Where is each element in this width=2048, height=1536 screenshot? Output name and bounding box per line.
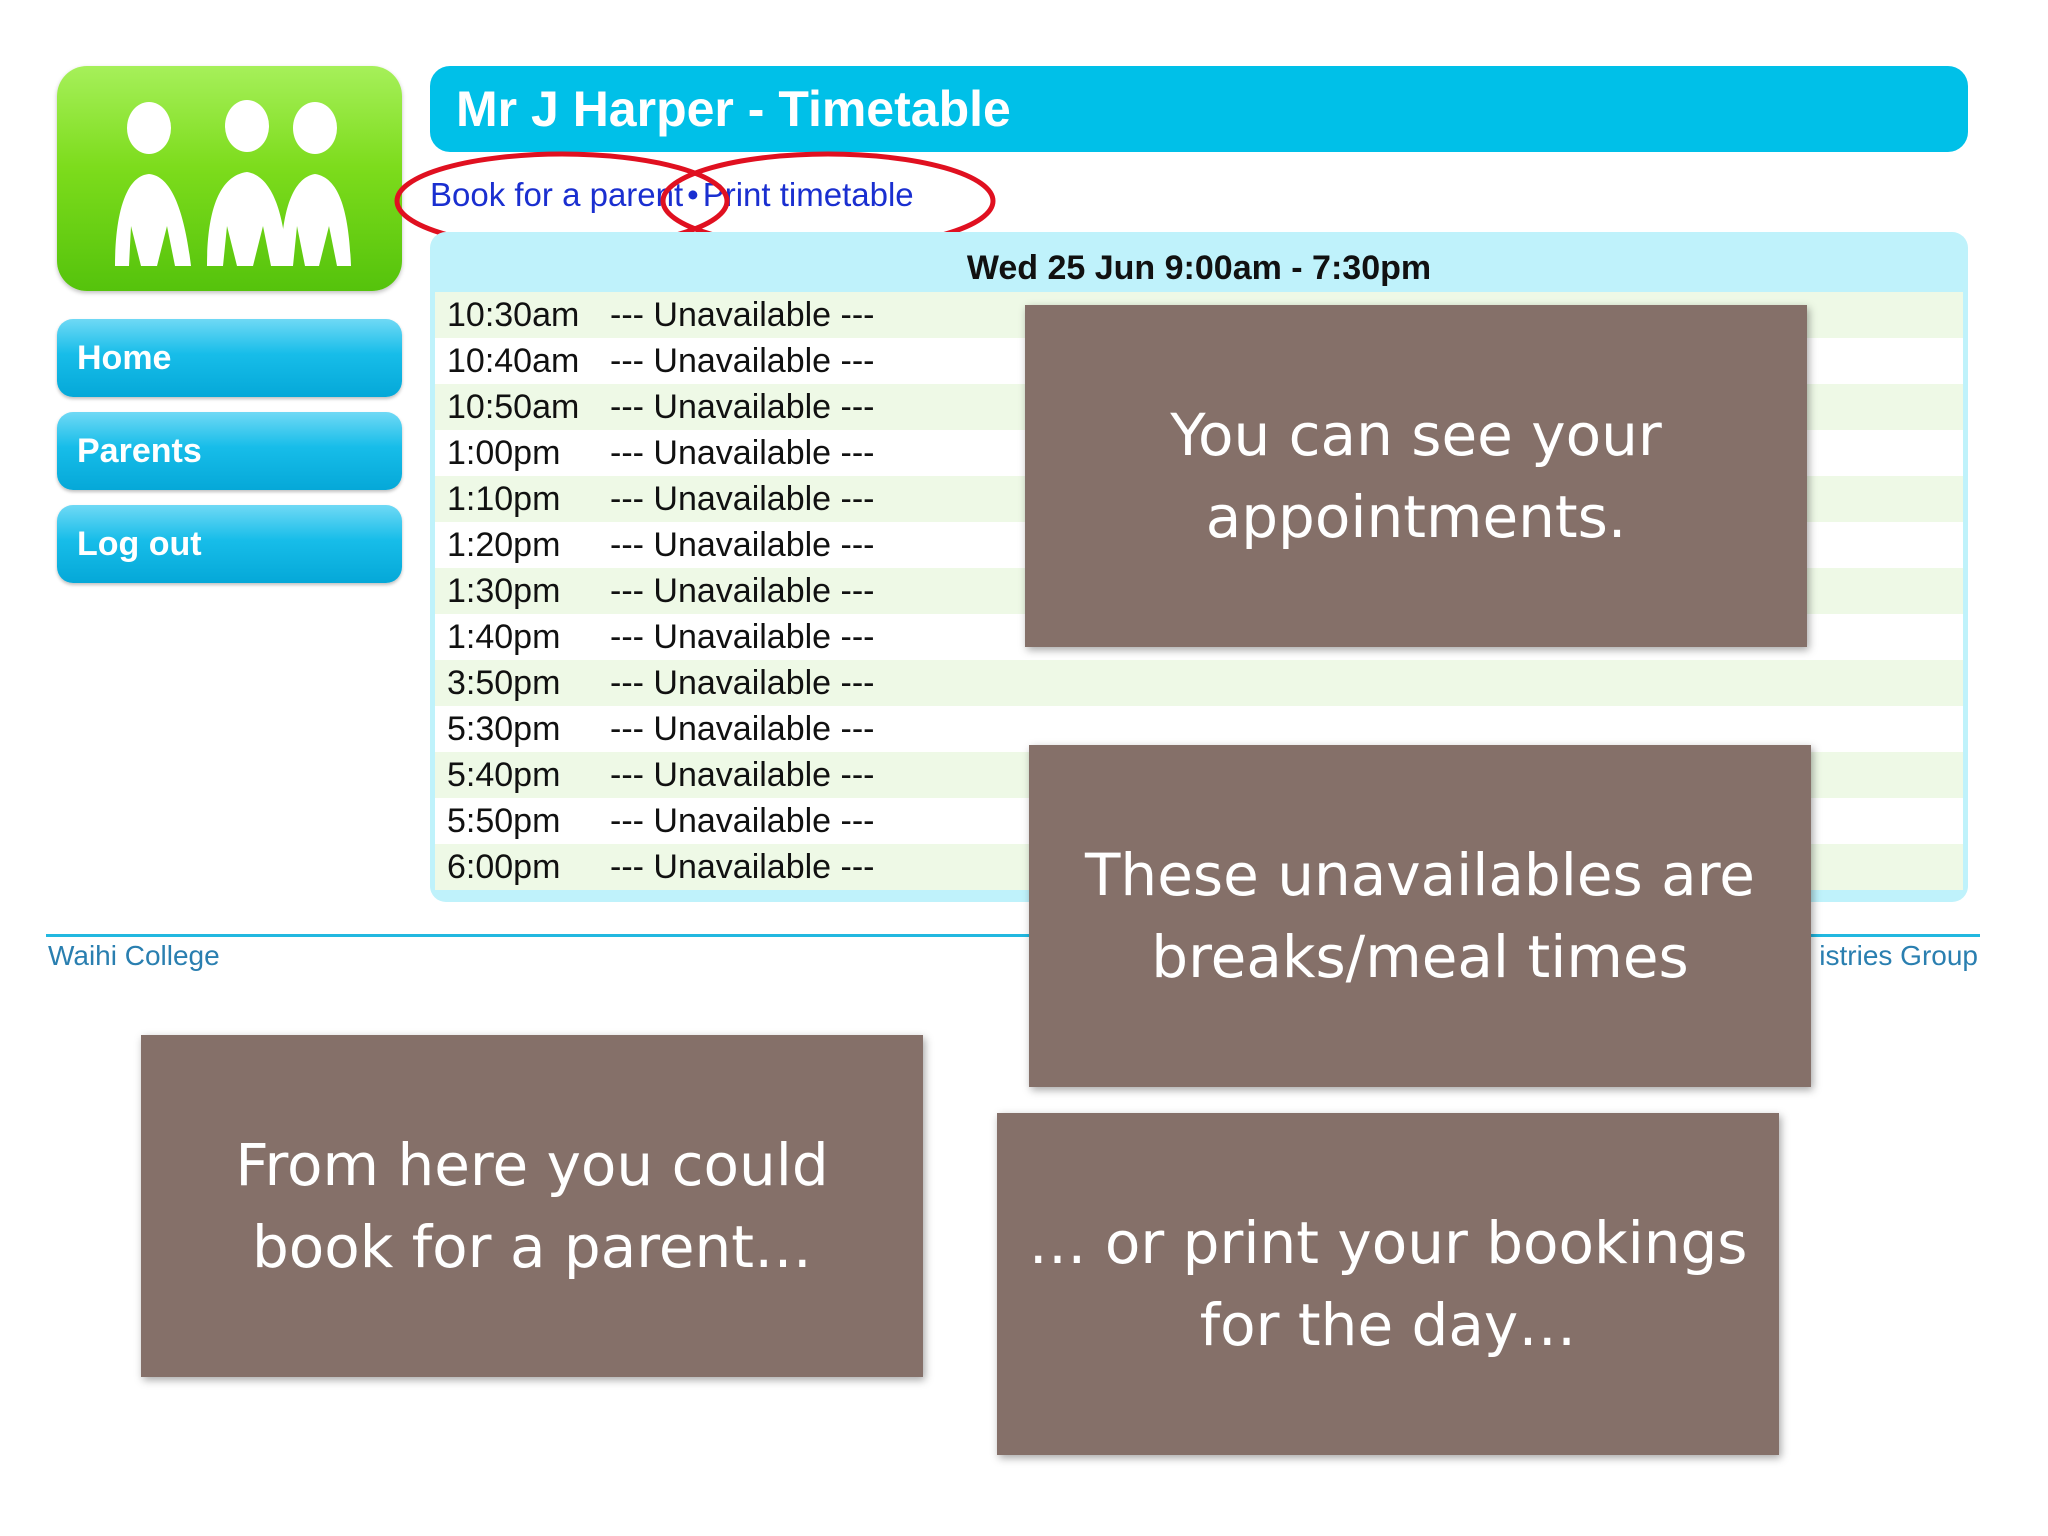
callout-print-bookings: … or print your bookings for the day… — [997, 1113, 1779, 1455]
row-time: 1:20pm — [447, 526, 561, 564]
footer-credit: istries Group — [1819, 940, 1978, 971]
row-status: --- Unavailable --- — [610, 388, 875, 426]
book-for-parent-link[interactable]: Book for a parent — [430, 176, 683, 213]
row-time: 5:40pm — [447, 756, 561, 794]
row-status: --- Unavailable --- — [610, 342, 875, 380]
row-time: 3:50pm — [447, 664, 561, 702]
row-status: --- Unavailable --- — [610, 618, 875, 656]
nav-parents-button[interactable]: Parents — [57, 412, 402, 490]
row-status: --- Unavailable --- — [610, 434, 875, 472]
nav-home-button[interactable]: Home — [57, 319, 402, 397]
row-time: 6:00pm — [447, 848, 561, 886]
callout-unavailables: These unavailables are breaks/meal times — [1029, 745, 1811, 1087]
row-time: 1:00pm — [447, 434, 561, 472]
row-time: 5:50pm — [447, 802, 561, 840]
row-status: --- Unavailable --- — [610, 710, 875, 748]
row-time: 1:10pm — [447, 480, 561, 518]
row-status: --- Unavailable --- — [610, 296, 875, 334]
footer-school-name: Waihi College — [48, 940, 220, 971]
row-time: 10:40am — [447, 342, 580, 380]
row-time: 5:30pm — [447, 710, 561, 748]
page-title: Mr J Harper - Timetable — [430, 66, 1968, 152]
row-status: --- Unavailable --- — [610, 802, 875, 840]
print-timetable-link[interactable]: Print timetable — [703, 176, 914, 213]
row-status: --- Unavailable --- — [610, 756, 875, 794]
nav-logout-button[interactable]: Log out — [57, 505, 402, 583]
callout-book-for-parent: From here you could book for a parent… — [141, 1035, 923, 1377]
row-status: --- Unavailable --- — [610, 664, 875, 702]
timetable-actions: Book for a parent • Print timetable — [430, 176, 914, 222]
link-separator: • — [687, 176, 699, 213]
row-status: --- Unavailable --- — [610, 526, 875, 564]
row-status: --- Unavailable --- — [610, 848, 875, 886]
people-group-icon — [115, 100, 351, 266]
app-logo — [57, 66, 402, 291]
timetable-row: 3:50pm --- Unavailable --- — [435, 660, 1963, 706]
row-time: 10:50am — [447, 388, 580, 426]
row-time: 1:40pm — [447, 618, 561, 656]
row-time: 10:30am — [447, 296, 580, 334]
row-time: 1:30pm — [447, 572, 561, 610]
row-status: --- Unavailable --- — [610, 480, 875, 518]
row-status: --- Unavailable --- — [610, 572, 875, 610]
callout-appointments: You can see your appointments. — [1025, 305, 1807, 647]
